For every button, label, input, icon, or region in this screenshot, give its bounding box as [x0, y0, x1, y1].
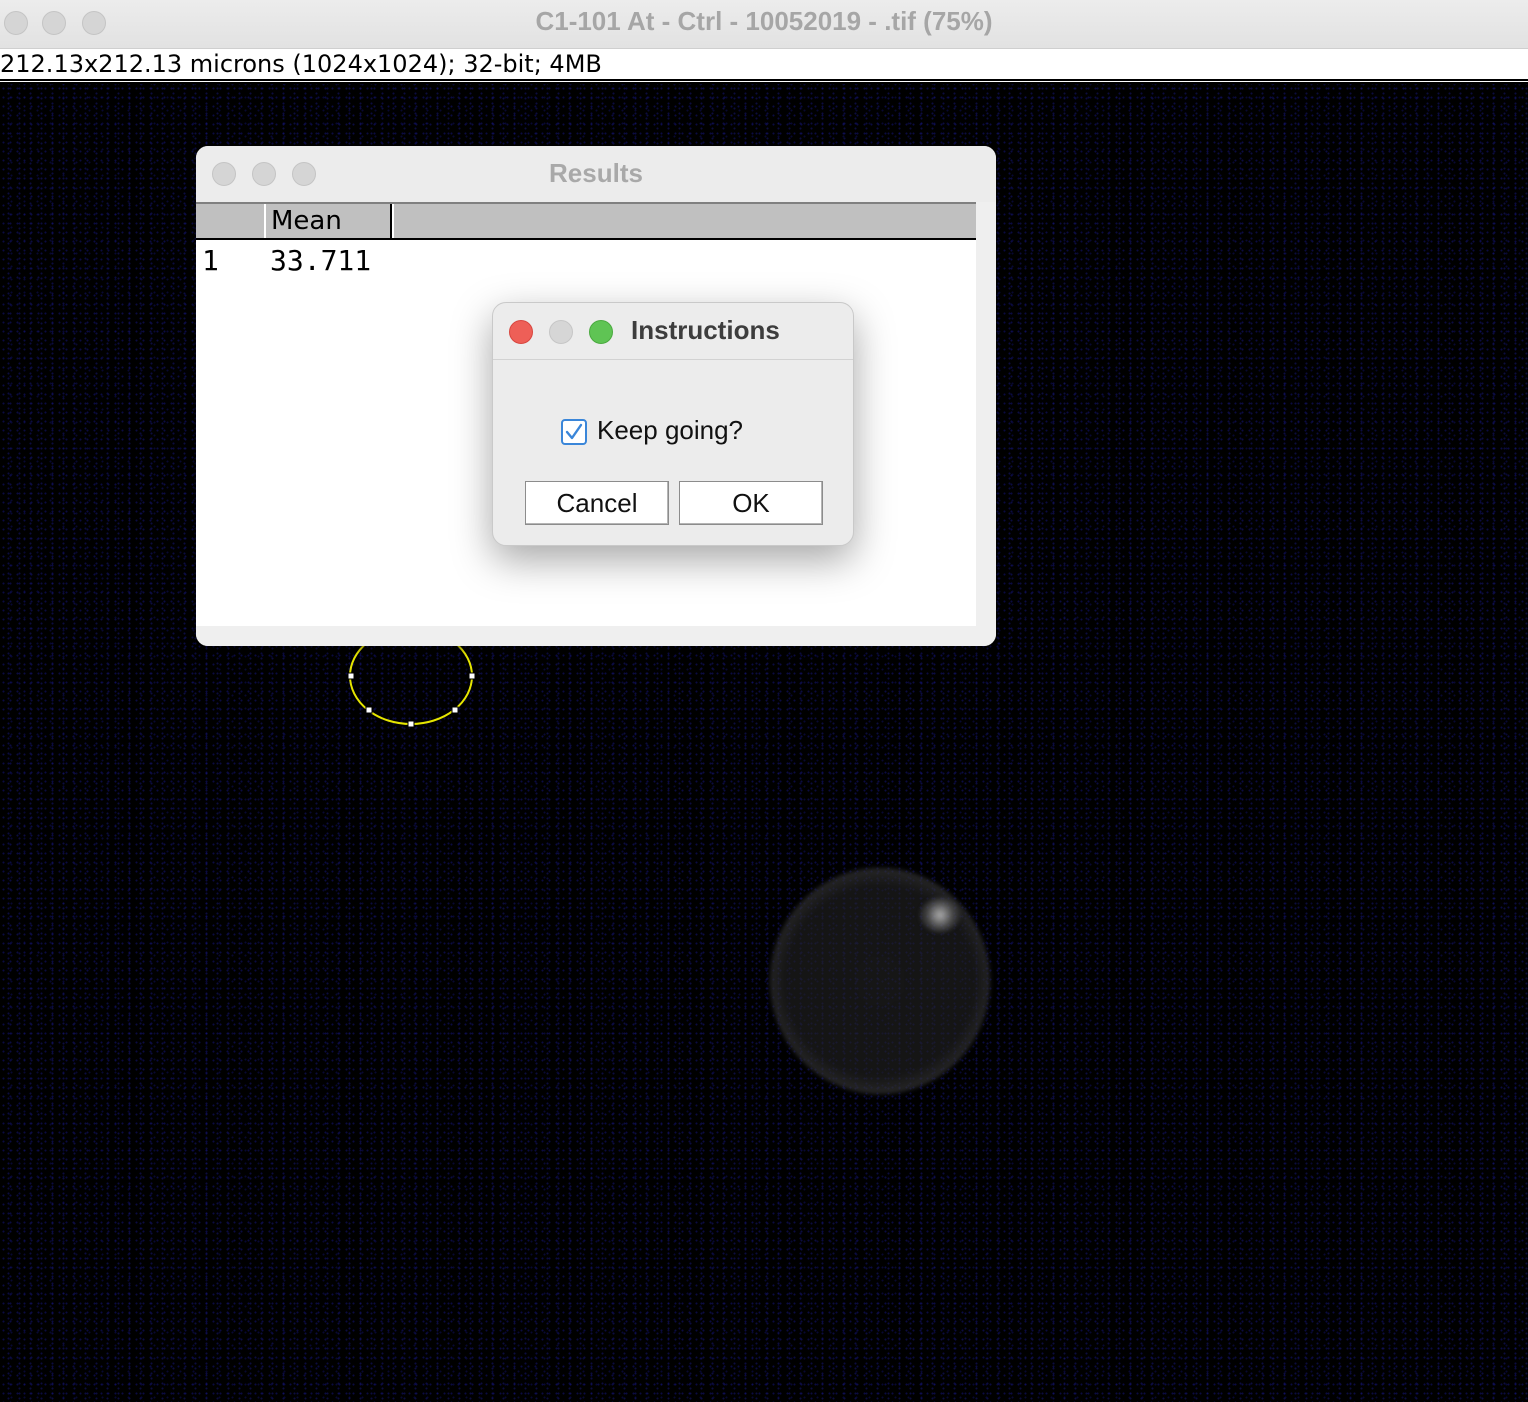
- roi-handle[interactable]: [347, 672, 355, 680]
- image-info-text: 212.13x212.13 microns (1024x1024); 32-bi…: [0, 50, 602, 78]
- cell-bright-spot: [920, 898, 960, 932]
- roi-handle[interactable]: [468, 672, 476, 680]
- results-title: Results: [549, 158, 643, 188]
- row-mean-value: 33.711: [270, 244, 372, 277]
- divider: [0, 81, 1528, 82]
- results-bottom-bar: [196, 626, 996, 646]
- keep-going-label[interactable]: Keep going?: [597, 415, 743, 446]
- image-info-bar: 212.13x212.13 microns (1024x1024); 32-bi…: [0, 49, 1528, 81]
- cell-image: [770, 868, 990, 1094]
- close-dot-icon[interactable]: [509, 320, 533, 344]
- keep-going-checkbox[interactable]: [561, 419, 587, 445]
- minimize-dot-icon[interactable]: [549, 320, 573, 344]
- results-titlebar[interactable]: Results: [196, 146, 996, 202]
- checkmark-icon: [565, 423, 583, 440]
- table-header: Mean: [196, 202, 976, 240]
- image-window-title: C1-101 At - Ctrl - 10052019 - .tif (75%): [535, 6, 993, 36]
- dialog-title: Instructions: [631, 315, 780, 345]
- column-header-mean[interactable]: Mean: [264, 204, 392, 238]
- roi-handle[interactable]: [407, 720, 415, 728]
- roi-handle[interactable]: [365, 706, 373, 714]
- maximize-dot-icon[interactable]: [589, 320, 613, 344]
- instructions-dialog: Instructions Keep going? Cancel OK: [492, 302, 854, 546]
- row-index: 1: [202, 244, 219, 277]
- ok-button[interactable]: OK: [679, 481, 823, 525]
- dialog-titlebar[interactable]: Instructions: [493, 303, 853, 360]
- cancel-button[interactable]: Cancel: [525, 481, 669, 525]
- column-header-spacer: [392, 204, 396, 238]
- roi-handle[interactable]: [451, 706, 459, 714]
- image-window-titlebar[interactable]: C1-101 At - Ctrl - 10052019 - .tif (75%): [0, 0, 1528, 49]
